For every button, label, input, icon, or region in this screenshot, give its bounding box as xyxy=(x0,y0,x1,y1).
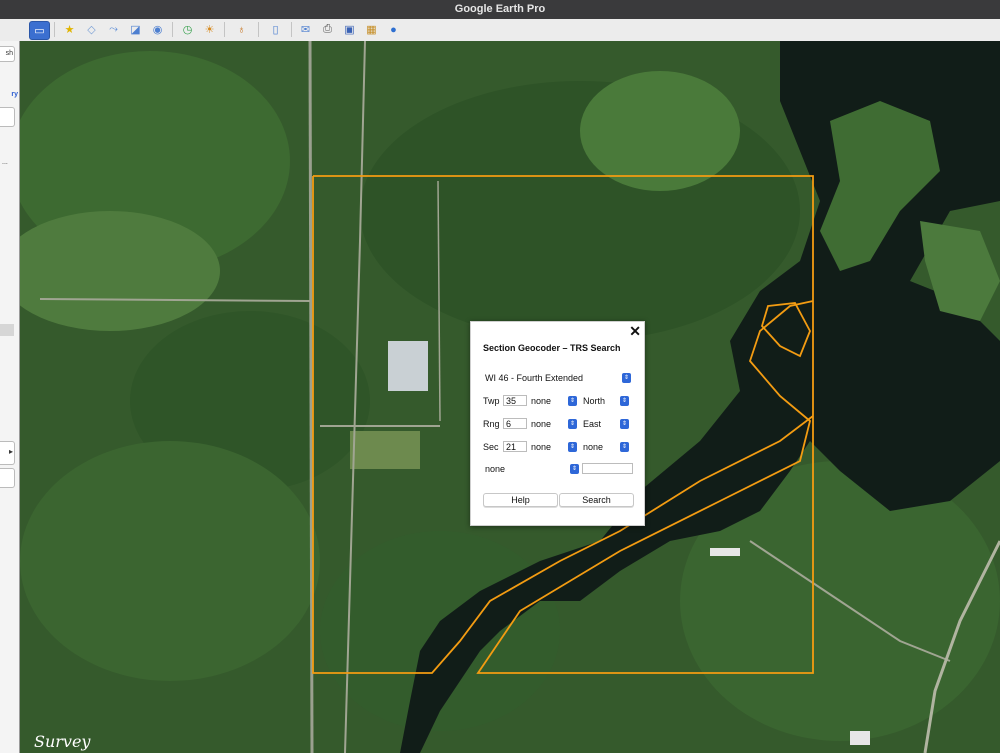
search-button[interactable]: Search xyxy=(559,493,634,507)
meridian-row: WI 46 - Fourth Extended ⇕ xyxy=(483,371,631,384)
twp-row: Twp 35 none ⇕ North ⇕ xyxy=(483,394,629,407)
sunlight-icon[interactable]: ☀ xyxy=(200,21,219,38)
view-in-maps-icon[interactable]: ▦ xyxy=(362,21,381,38)
rng-input[interactable]: 6 xyxy=(503,418,527,429)
chevron-updown-icon: ⇕ xyxy=(570,463,579,474)
ruler-icon[interactable]: ▯ xyxy=(266,21,285,38)
sec-row: Sec 21 none ⇕ none ⇕ xyxy=(483,440,629,453)
sidebar-toggle-icon[interactable]: ▭ xyxy=(29,21,50,40)
sidebar-layers-control[interactable]: ▸ xyxy=(0,441,15,465)
extra-select[interactable]: none ⇕ xyxy=(483,462,579,475)
window-title: Google Earth Pro xyxy=(454,3,546,15)
rng-label: Rng xyxy=(483,418,500,429)
chevron-updown-icon: ⇕ xyxy=(568,418,577,429)
print-icon[interactable]: ⎙ xyxy=(318,21,337,38)
save-image-icon[interactable]: ▣ xyxy=(340,21,359,38)
rng-fraction-select[interactable]: none ⇕ xyxy=(529,417,577,430)
twp-label: Twp xyxy=(483,395,500,406)
extra-row: none ⇕ xyxy=(483,462,633,475)
earth-icon[interactable]: ● xyxy=(384,21,403,38)
planets-icon[interactable]: ♁ xyxy=(232,21,251,38)
twp-fraction-select[interactable]: none ⇕ xyxy=(529,394,577,407)
image-overlay-icon[interactable]: ◪ xyxy=(126,21,145,38)
dialog-title: Section Geocoder – TRS Search xyxy=(483,343,621,353)
historical-imagery-icon[interactable]: ◷ xyxy=(178,21,197,38)
sidebar-history-link[interactable]: ry xyxy=(11,91,18,98)
meridian-select[interactable]: WI 46 - Fourth Extended ⇕ xyxy=(483,371,631,384)
help-button[interactable]: Help xyxy=(483,493,558,507)
chevron-updown-icon: ⇕ xyxy=(620,441,629,452)
sidebar-field-2[interactable] xyxy=(0,468,15,488)
sec-fraction2-select[interactable]: none ⇕ xyxy=(581,440,629,453)
sidebar-field[interactable] xyxy=(0,107,15,127)
placemark-icon[interactable]: ★ xyxy=(60,21,79,38)
path-icon[interactable]: ⤳ xyxy=(104,21,123,38)
close-icon[interactable]: ✕ xyxy=(629,323,641,340)
trs-search-dialog: ✕ Section Geocoder – TRS Search WI 46 - … xyxy=(470,321,645,526)
survey-overlay-text: Survey xyxy=(34,732,91,751)
record-tour-icon[interactable]: ◉ xyxy=(148,21,167,38)
sec-label: Sec xyxy=(483,441,499,452)
sec-input[interactable]: 21 xyxy=(503,441,527,452)
sec-fraction1-select[interactable]: none ⇕ xyxy=(529,440,577,453)
sidebar-selected-row[interactable] xyxy=(0,324,14,336)
sidebar-ellipsis: ... xyxy=(2,159,8,166)
chevron-updown-icon: ⇕ xyxy=(568,441,577,452)
twp-input[interactable]: 35 xyxy=(503,395,527,406)
chevron-updown-icon: ⇕ xyxy=(620,418,629,429)
chevron-updown-icon: ⇕ xyxy=(622,372,631,383)
window-title-bar: Google Earth Pro xyxy=(0,0,1000,19)
search-button[interactable]: sh xyxy=(0,46,15,62)
rng-direction-select[interactable]: East ⇕ xyxy=(581,417,629,430)
extra-input[interactable] xyxy=(582,463,633,474)
toolbar: ▭ ★ ◇ ⤳ ◪ ◉ ◷ ☀ ♁ ▯ ✉ ⎙ ▣ ▦ ● xyxy=(0,19,1000,42)
email-icon[interactable]: ✉ xyxy=(296,21,315,38)
rng-row: Rng 6 none ⇕ East ⇕ xyxy=(483,417,629,430)
chevron-updown-icon: ⇕ xyxy=(620,395,629,406)
polygon-icon[interactable]: ◇ xyxy=(82,21,101,38)
chevron-updown-icon: ⇕ xyxy=(568,395,577,406)
twp-direction-select[interactable]: North ⇕ xyxy=(581,394,629,407)
sidebar-panel: sh ry ... ▸ xyxy=(0,41,20,753)
